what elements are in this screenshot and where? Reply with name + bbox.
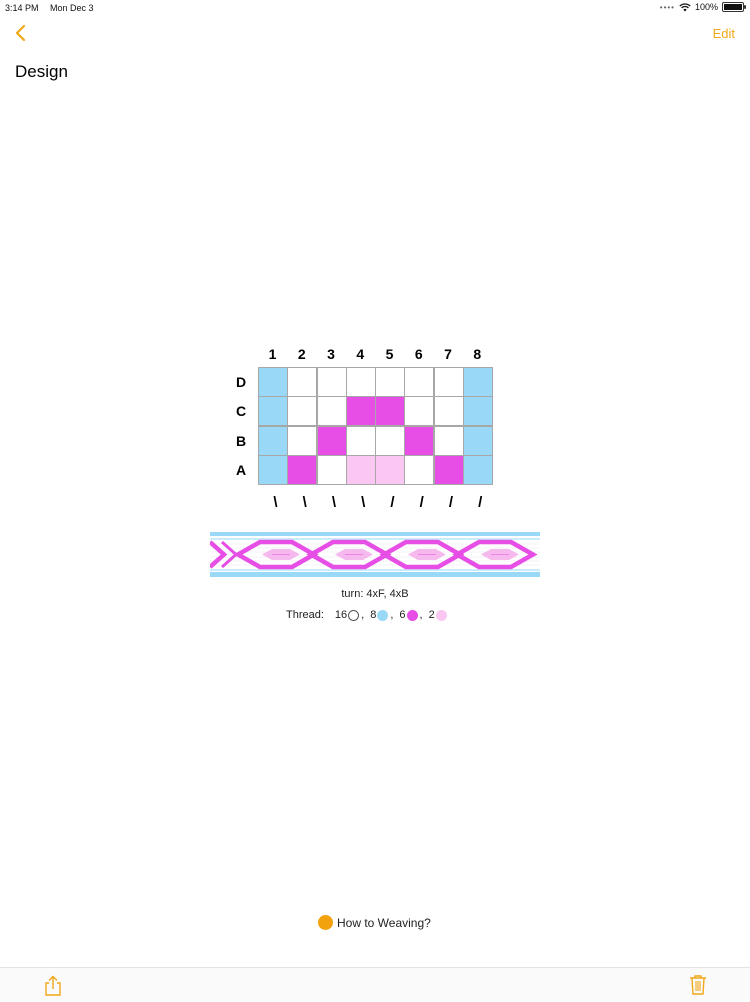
page-title: Design <box>15 62 68 81</box>
grid-cell[interactable] <box>287 425 318 456</box>
grid-cell[interactable] <box>258 367 288 397</box>
thread-count: 6 <box>399 609 406 621</box>
status-time: 3:14 PM <box>5 3 39 13</box>
grid-cell[interactable] <box>404 425 435 456</box>
grid-cell[interactable] <box>345 396 376 427</box>
battery-percent: 100% <box>694 2 718 12</box>
grid-cell[interactable] <box>404 396 435 427</box>
grid-cell[interactable] <box>258 425 288 456</box>
twist-direction[interactable]: / <box>466 494 495 511</box>
grid-cell[interactable] <box>433 454 464 485</box>
grid-cell[interactable] <box>404 454 435 485</box>
back-button[interactable] <box>12 23 32 43</box>
band-preview <box>210 532 540 577</box>
grid-cell[interactable] <box>316 425 347 456</box>
edit-button[interactable]: Edit <box>713 26 735 41</box>
grid-cell[interactable] <box>404 367 435 397</box>
grid-cell[interactable] <box>287 367 318 397</box>
twist-direction[interactable]: / <box>437 494 466 511</box>
grid-cell[interactable] <box>375 367 405 397</box>
help-dot-icon <box>318 915 333 930</box>
twist-direction[interactable]: \ <box>320 494 349 511</box>
share-icon <box>45 975 61 996</box>
thread-color-white <box>348 609 360 621</box>
grid-cell[interactable] <box>462 425 493 456</box>
column-number: 1 <box>268 346 277 362</box>
grid-cell[interactable] <box>375 425 405 456</box>
row-label: B <box>235 432 247 449</box>
thread-item-pink: 2 <box>429 609 447 621</box>
twist-direction[interactable]: \ <box>261 494 290 511</box>
column-number: 5 <box>385 346 394 362</box>
thread-color-magenta <box>406 609 418 621</box>
thread-item-white: 16 , <box>334 609 365 621</box>
grid-cell[interactable] <box>433 367 464 397</box>
grid-cell[interactable] <box>433 425 464 456</box>
column-number: 8 <box>473 346 482 362</box>
trash-icon <box>690 975 706 995</box>
wifi-icon <box>679 2 691 11</box>
thread-item-blue: 8 , <box>370 609 394 621</box>
grid-cell[interactable] <box>345 454 376 485</box>
grid-cell[interactable] <box>258 454 288 485</box>
row-label: C <box>235 403 247 420</box>
grid-cell[interactable] <box>287 454 318 485</box>
column-number: 3 <box>327 346 335 362</box>
share-button[interactable] <box>43 975 63 997</box>
grid-cell[interactable] <box>375 454 405 485</box>
thread-summary: Thread: 16 , 8 , 6 , 2 <box>286 609 447 621</box>
chevron-left-icon <box>15 24 26 42</box>
twist-direction[interactable]: / <box>378 494 407 511</box>
turn-sequence: turn: 4xF, 4xB <box>341 588 409 600</box>
thread-count: 8 <box>370 609 377 621</box>
thread-count: 2 <box>428 609 435 621</box>
row-label: D <box>235 374 247 390</box>
twist-direction[interactable]: / <box>407 494 436 511</box>
thread-label: Thread: <box>286 609 324 621</box>
grid-cell[interactable] <box>345 425 376 456</box>
bottom-toolbar <box>0 967 750 1001</box>
cellular-dots-icon: •••• <box>659 2 675 12</box>
twist-direction[interactable]: \ <box>349 494 378 511</box>
help-label: How to Weaving? <box>337 915 431 930</box>
row-label: A <box>235 461 247 478</box>
grid-cell[interactable] <box>345 367 376 397</box>
grid-cell[interactable] <box>462 367 493 397</box>
delete-button[interactable] <box>688 974 708 996</box>
status-bar: 3:14 PM Mon Dec 3 •••• 100% <box>0 0 750 16</box>
thread-item-magenta: 6 , <box>399 609 423 621</box>
grid-cell[interactable] <box>287 396 318 427</box>
status-date: Mon Dec 3 <box>50 3 94 13</box>
grid-cell[interactable] <box>462 396 493 427</box>
grid-cell[interactable] <box>433 396 464 427</box>
grid-cell[interactable] <box>375 396 405 427</box>
twist-direction[interactable]: \ <box>290 494 319 511</box>
column-number: 4 <box>356 346 365 362</box>
thread-count: 16 <box>334 609 348 621</box>
grid-cell[interactable] <box>316 367 347 397</box>
grid-cell[interactable] <box>316 396 347 427</box>
grid-cell[interactable] <box>258 396 288 427</box>
grid-cell[interactable] <box>462 454 493 485</box>
battery-icon <box>722 2 746 12</box>
column-number: 7 <box>444 346 452 362</box>
column-number: 6 <box>414 346 423 362</box>
how-to-weaving-button[interactable]: How to Weaving? <box>318 915 431 930</box>
thread-color-pink <box>435 609 447 621</box>
grid-cell[interactable] <box>316 454 347 485</box>
thread-color-blue <box>377 609 389 621</box>
column-number: 2 <box>297 346 306 362</box>
